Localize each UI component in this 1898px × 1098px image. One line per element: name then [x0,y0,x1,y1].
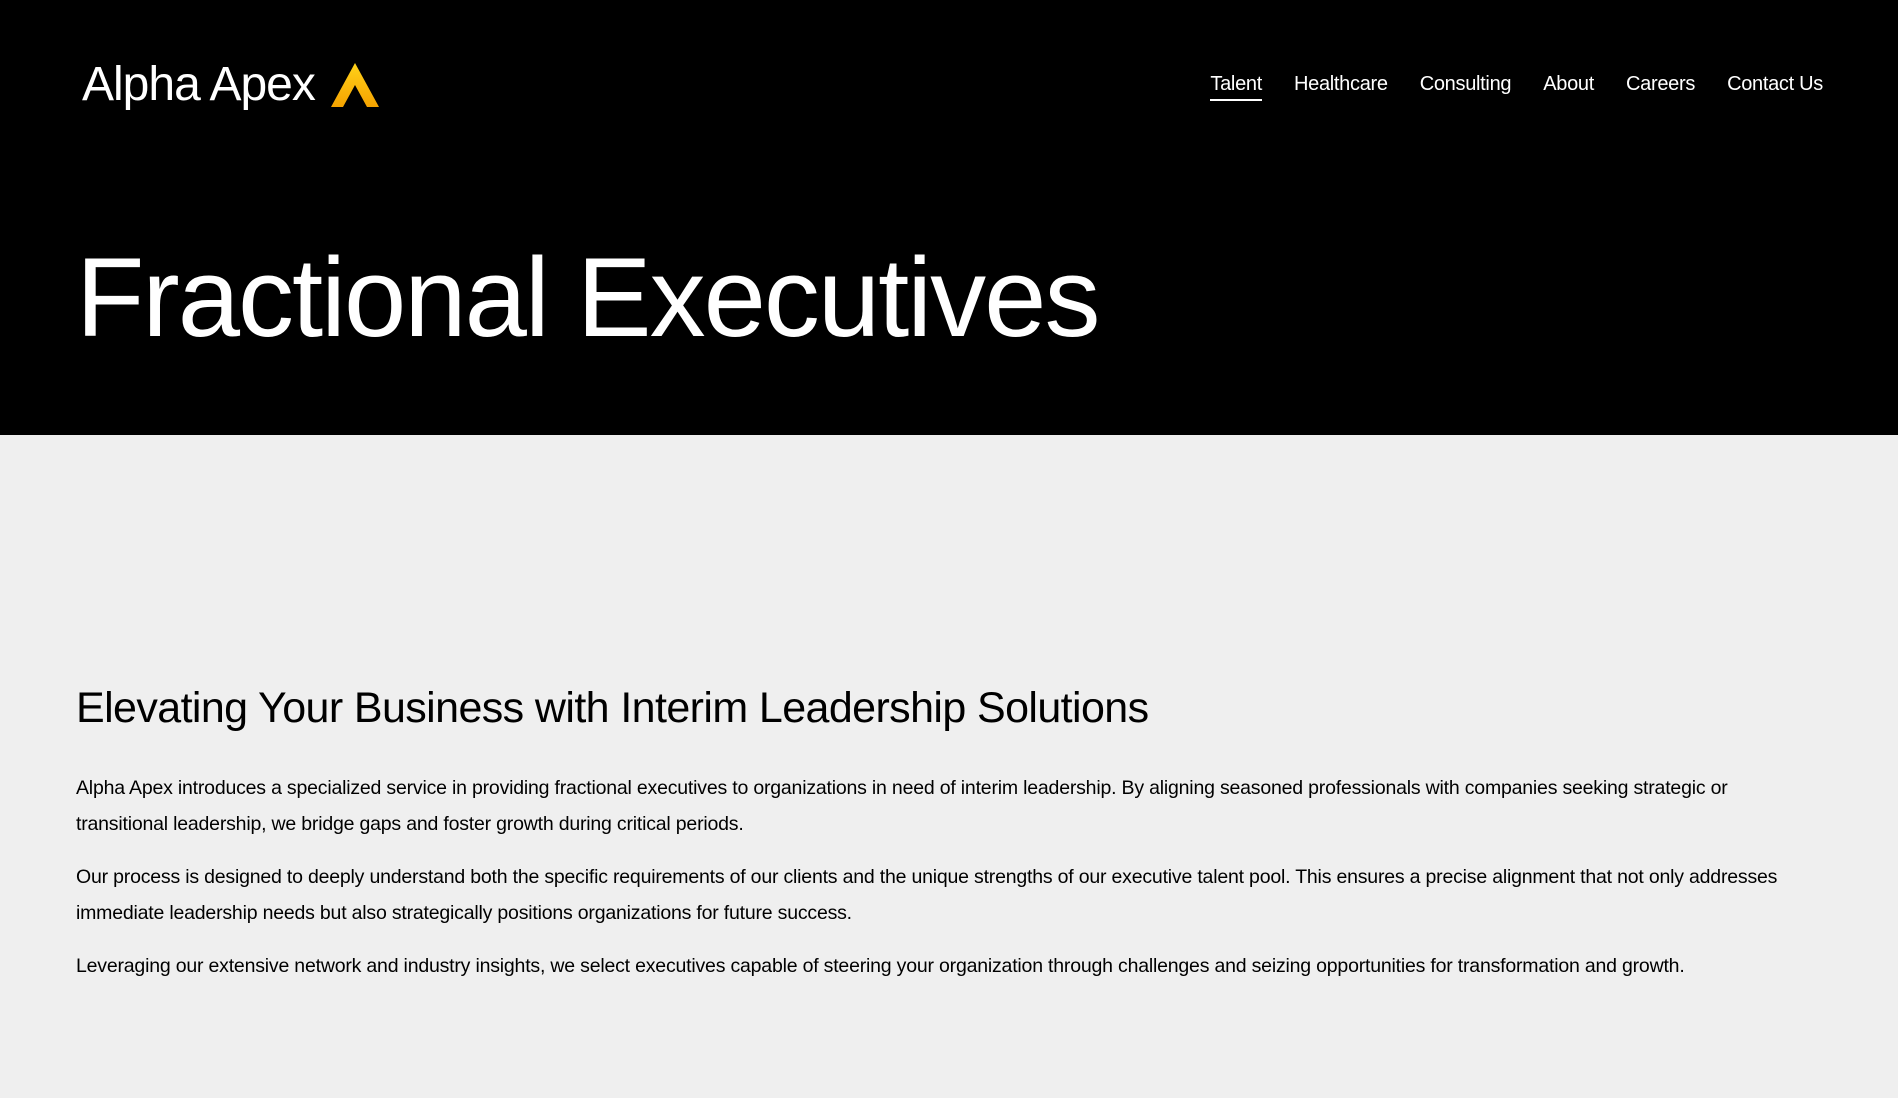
section-heading: Elevating Your Business with Interim Lea… [76,684,1149,732]
main-navigation: Talent Healthcare Consulting About Caree… [1210,70,1823,101]
page-title: Fractional Executives [76,235,1100,360]
brand-name: Alpha Apex [82,58,316,111]
process-paragraph: Our process is designed to deeply unders… [76,866,1778,924]
nav-item-talent[interactable]: Talent [1210,70,1262,101]
brand-logo-link[interactable]: Alpha Apex [82,54,379,116]
nav-item-consulting[interactable]: Consulting [1420,70,1512,98]
nav-item-careers[interactable]: Careers [1626,70,1695,98]
apex-triangle-icon [330,63,379,107]
nav-item-about[interactable]: About [1543,70,1594,98]
main-content: Elevating Your Business with Interim Lea… [76,680,1796,1001]
intro-paragraph: Alpha Apex introduces a specialized serv… [76,777,1728,835]
nav-item-contact-us[interactable]: Contact Us [1727,70,1823,98]
network-paragraph: Leveraging our extensive network and ind… [76,955,1685,977]
hero-header: Alpha Apex Talent Healthcare Consulting … [0,0,1898,435]
nav-item-healthcare[interactable]: Healthcare [1294,70,1388,98]
